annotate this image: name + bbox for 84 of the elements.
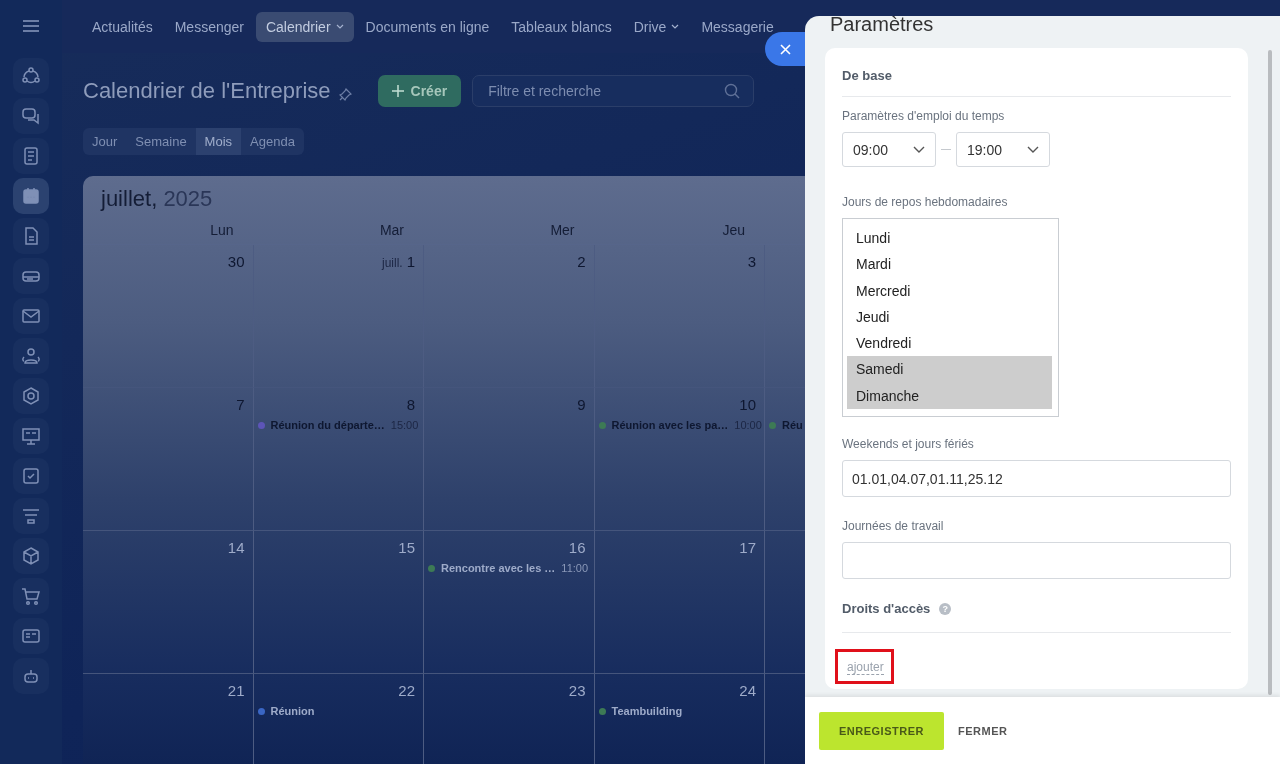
doc-icon[interactable]	[13, 218, 49, 254]
event-title[interactable]: Teambuilding	[611, 705, 683, 717]
weekday-label: Lun	[209, 221, 235, 240]
section-title: De base	[842, 68, 892, 83]
scrollbar[interactable]	[1268, 50, 1272, 695]
close-text-button[interactable]: FERMER	[951, 723, 1014, 738]
save-button[interactable]: ENREGISTRER	[819, 711, 944, 750]
day-option[interactable]: Mardi	[847, 251, 1052, 278]
event-time: 11:00	[561, 562, 589, 574]
day-number: 24	[739, 682, 756, 699]
day-option[interactable]: Lundi	[847, 225, 1052, 252]
field-label: Jours de repos hebdomadaires	[842, 195, 1009, 209]
close-icon	[779, 43, 791, 55]
month-label: juill.	[382, 256, 403, 270]
people-icon[interactable]	[13, 338, 49, 374]
day-option[interactable]: Mercredi	[847, 277, 1052, 304]
box-icon[interactable]	[13, 538, 49, 574]
chat-icon[interactable]	[13, 98, 49, 134]
section-title: Droits d'accès	[842, 601, 931, 616]
nav-tab[interactable]: Messagerie	[691, 11, 784, 42]
day-option[interactable]: Jeudi	[847, 303, 1052, 331]
event-title[interactable]: Rencontre avec les …	[441, 562, 556, 574]
day-number: 3	[747, 253, 756, 270]
page-title: Calendrier de l'Entreprise	[83, 78, 331, 104]
nav-tab[interactable]: Messenger	[164, 11, 254, 42]
day-number: 30	[227, 253, 245, 270]
day-number: 2	[577, 253, 586, 270]
drive-icon[interactable]	[13, 258, 49, 294]
chevron-icon	[1027, 146, 1039, 153]
day-number: 14	[227, 539, 245, 556]
day-listbox[interactable]: Lundi Mardi Mercredi Jeudi Vendredi Samedi Dimanche	[842, 218, 1059, 417]
menu-icon[interactable]	[23, 20, 39, 32]
create-button[interactable]: Créer	[377, 75, 462, 107]
robot-icon[interactable]	[13, 658, 49, 694]
nav-tab[interactable]: Calendrier	[255, 11, 354, 42]
time-select[interactable]: 09:00	[842, 132, 936, 167]
weekday-label: Jeu	[721, 221, 746, 240]
cal-icon[interactable]	[13, 178, 49, 214]
holidays-field[interactable]: 01.01,04.07,01.11,25.12	[842, 460, 1231, 497]
search-field[interactable]: Filtre et recherche	[472, 75, 755, 107]
day-number: 16	[568, 539, 586, 556]
day-option[interactable]: Dimanche	[847, 382, 1052, 410]
field-label: Weekends et jours fériés	[842, 437, 975, 451]
day-number: 9	[577, 396, 586, 413]
event-title[interactable]: Réunion	[270, 705, 315, 717]
day-number: 22	[398, 682, 415, 699]
day-number: 10	[739, 396, 756, 413]
loop-icon[interactable]	[13, 58, 49, 94]
tasks-icon[interactable]	[13, 458, 49, 494]
day-number: 23	[568, 682, 586, 699]
view-tab[interactable]: Jour	[83, 128, 127, 155]
view-tab[interactable]: Agenda	[241, 128, 304, 155]
day-number: 17	[739, 539, 756, 556]
mail-icon[interactable]	[13, 298, 49, 334]
view-tab[interactable]: Semaine	[126, 128, 196, 155]
chevron-icon	[913, 146, 925, 153]
day-number: 1	[406, 253, 415, 270]
workdays-field[interactable]	[842, 542, 1231, 579]
weekday-label: Mer	[549, 221, 576, 240]
news-icon[interactable]	[13, 138, 49, 174]
panel-title: Paramètres	[829, 16, 935, 37]
day-number: 15	[398, 539, 415, 556]
nav-tab[interactable]: Tableaux blancs	[501, 11, 622, 42]
nav-tab[interactable]: Documents en ligne	[355, 11, 500, 42]
day-number: 7	[236, 396, 245, 413]
funnel-icon[interactable]	[13, 498, 49, 534]
cart-icon[interactable]	[13, 578, 49, 614]
view-tab[interactable]: Mois	[195, 128, 242, 155]
time-select[interactable]: 19:00	[956, 132, 1050, 167]
day-option[interactable]: Vendredi	[847, 330, 1052, 357]
day-option[interactable]: Samedi	[847, 356, 1052, 383]
hex-icon[interactable]	[13, 378, 49, 414]
board-icon[interactable]	[13, 418, 49, 454]
search-icon[interactable]	[724, 83, 741, 99]
nav-tab[interactable]: Drive	[623, 11, 690, 42]
field-label: Journées de travail	[842, 519, 945, 533]
pin-icon[interactable]	[338, 87, 352, 101]
weekday-label: Mar	[378, 221, 405, 240]
card-icon[interactable]	[13, 618, 49, 654]
plus-icon	[391, 85, 404, 97]
day-number: 8	[406, 396, 415, 413]
day-number: 21	[227, 682, 245, 699]
field-label: Paramètres d'emploi du temps	[842, 109, 1006, 123]
nav-tab[interactable]: Actualités	[82, 11, 163, 42]
